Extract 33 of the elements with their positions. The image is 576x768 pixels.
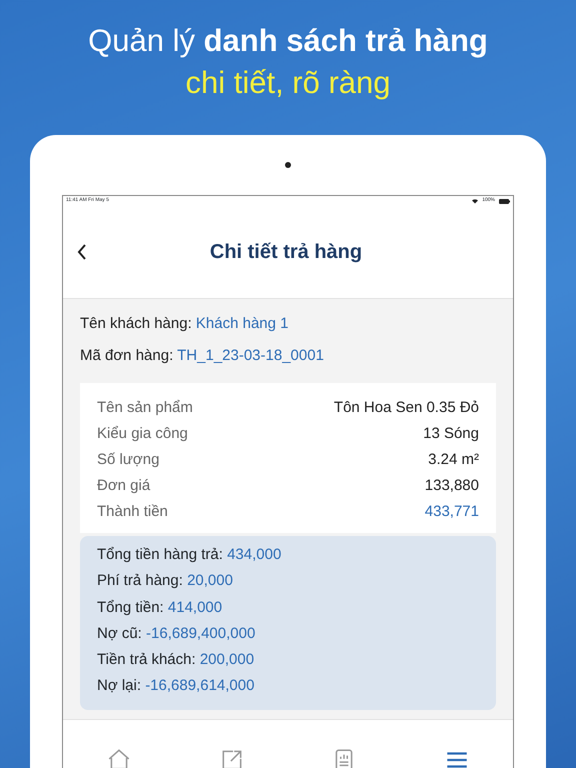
subheadline: chi tiết, rõ ràng [185,64,391,102]
field-label: Tên khách hàng: [80,315,192,332]
field-label: Mã đơn hàng: [80,347,174,364]
headline: Quản lý danh sách trả hàng [88,22,488,60]
wifi-icon [472,198,478,204]
row-value: 13 Sóng [423,424,479,444]
row-label: Đơn giá [97,476,150,496]
page-title: Chi tiết trả hàng [208,240,364,265]
summary-label: Tổng tiền hàng trả: [97,546,223,563]
field-value: Khách hàng 1 [196,315,288,332]
summary-value: -16,689,400,000 [146,624,256,642]
row-value: Tôn Hoa Sen 0.35 Đỏ [334,398,479,418]
summary-label: Tổng tiền: [97,598,164,616]
row-label: Kiểu gia công [97,424,188,444]
summary-label: Nợ lại: [97,677,142,694]
summary-label: Nợ cũ: [97,624,142,642]
camera-dot [285,162,291,168]
summary-value: 200,000 [200,651,254,668]
row-label: Thành tiền [97,502,168,522]
row-label: Số lượng [97,450,160,470]
back-icon[interactable] [77,244,87,260]
row-label: Tên sản phẩm [97,398,193,418]
summary-label: Phí trả hàng: [97,572,183,590]
row-value: 433,771 [424,502,479,522]
summary-value: 434,000 [227,546,282,563]
row-value: 133,880 [424,476,479,496]
summary-label: Tiền trả khách: [97,651,196,668]
summary-value: 414,000 [168,598,222,616]
field-value: TH_1_23-03-18_0001 [177,347,324,364]
row-value: 3.24 m² [428,450,479,470]
battery-icon [499,198,510,204]
summary-value: -16,689,614,000 [145,677,254,694]
summary-value: 20,000 [187,572,233,590]
